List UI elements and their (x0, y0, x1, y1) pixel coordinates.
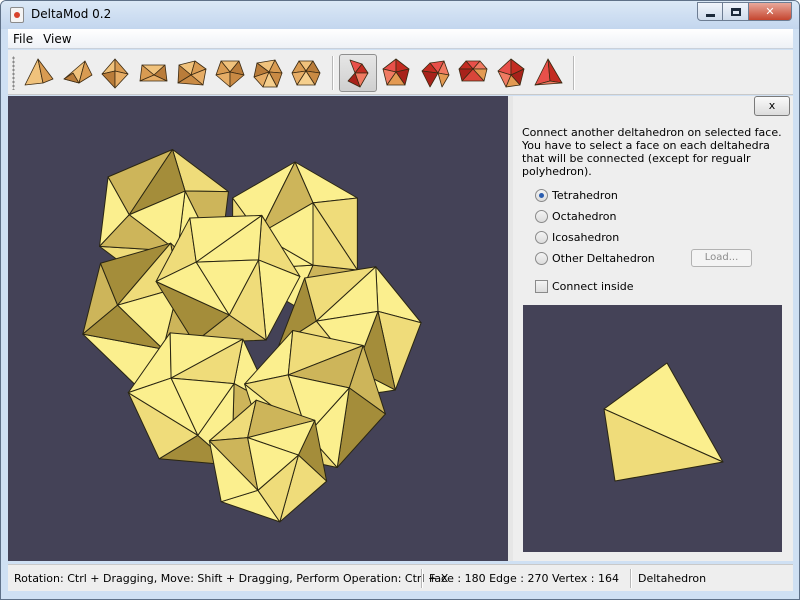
java-app-icon (10, 7, 24, 23)
icosahedron-icon (291, 60, 321, 86)
tool-button-1[interactable] (20, 54, 58, 92)
triangular-bipyramid-icon (63, 60, 93, 84)
tool-button-9[interactable] (339, 54, 377, 92)
octahedron-icon (101, 58, 129, 89)
option-label-octahedron: Octahedron (552, 209, 617, 223)
menu-file[interactable]: File (8, 29, 38, 49)
option-label-icosahedron: Icosahedron (552, 230, 620, 244)
app-window: DeltaMod 0.2 ✕ File View x Connect anoth… (0, 0, 800, 600)
gyroelongated-bipyramid-icon (253, 59, 283, 88)
icon-face (534, 58, 551, 86)
maximize-icon (730, 7, 741, 16)
window-controls: ✕ (697, 2, 792, 21)
status-counts: Face : 180 Edge : 270 Vertex : 164 (429, 571, 619, 585)
truncate-icon (458, 60, 488, 82)
option-icosahedron[interactable]: Icosahedron (535, 229, 619, 245)
toolbar-separator (573, 56, 575, 90)
menu-bar: File View (8, 29, 793, 49)
tool-button-7[interactable] (248, 54, 286, 92)
title-bar[interactable]: DeltaMod 0.2 ✕ (1, 1, 799, 29)
maximize-button[interactable] (723, 2, 748, 21)
tool-button-6[interactable] (210, 54, 248, 92)
3d-viewport[interactable] (8, 96, 508, 561)
radio-icosahedron[interactable] (535, 230, 548, 244)
radio-tetrahedron[interactable] (535, 188, 548, 202)
option-octahedron[interactable]: Octahedron (535, 208, 616, 224)
minimize-button[interactable] (697, 2, 723, 21)
status-bar: Rotation: Ctrl + Dragging, Move: Shift +… (8, 564, 793, 591)
stellate-icon (382, 58, 410, 86)
option-other-deltahedron[interactable]: Other Deltahedron (535, 250, 655, 266)
model-canvas[interactable] (8, 96, 508, 561)
preview-canvas[interactable] (523, 305, 782, 552)
snub-disphenoid-icon (177, 60, 207, 86)
dual-icon (497, 58, 525, 88)
option-label-tetrahedron: Tetrahedron (552, 188, 618, 202)
tool-button-8[interactable] (286, 54, 324, 92)
minimize-icon (705, 13, 715, 17)
preview-viewport[interactable] (523, 305, 782, 552)
connect-inside-row[interactable]: Connect inside (535, 280, 634, 293)
tool-button-11[interactable] (415, 54, 453, 92)
pentagonal-bipyramid-icon (139, 64, 168, 82)
operation-panel: x Connect another deltahedron on selecte… (513, 96, 793, 561)
radio-other-deltahedron[interactable] (535, 251, 548, 265)
window-title: DeltaMod 0.2 (31, 7, 112, 21)
tool-button-4[interactable] (134, 54, 172, 92)
menu-view[interactable]: View (38, 29, 76, 49)
connect-deltahedron-icon (347, 59, 369, 88)
status-shape: Deltahedron (638, 571, 707, 585)
icon-face (437, 72, 450, 88)
operation-description: Connect another deltahedron on selected … (522, 126, 782, 178)
close-panel-button[interactable]: x (754, 96, 790, 116)
icon-face (215, 71, 231, 88)
tool-button-12[interactable] (453, 54, 491, 92)
tool-button-14[interactable] (529, 54, 567, 92)
tool-button-10[interactable] (377, 54, 415, 92)
face-select-icon (534, 58, 563, 86)
option-tetrahedron[interactable]: Tetrahedron (535, 187, 618, 203)
tool-button-2[interactable] (58, 54, 96, 92)
tool-button-5[interactable] (172, 54, 210, 92)
toolbar-separator (332, 56, 334, 90)
icon-face (547, 58, 563, 84)
toolbar-grip[interactable] (12, 56, 15, 90)
status-hint: Rotation: Ctrl + Dragging, Move: Shift +… (14, 571, 449, 585)
connect-inside-checkbox[interactable] (535, 280, 548, 293)
connect-inside-label: Connect inside (552, 280, 634, 293)
tool-button-13[interactable] (491, 54, 529, 92)
load-button[interactable]: Load... (691, 249, 752, 267)
icon-face (229, 71, 245, 88)
close-icon: ✕ (765, 5, 775, 18)
augment-icon (421, 60, 450, 88)
tetrahedron-icon (24, 58, 54, 86)
icon-face (421, 70, 439, 88)
radio-octahedron[interactable] (535, 209, 548, 223)
icon-face (101, 70, 116, 89)
icon-face (114, 70, 129, 89)
toolbar (8, 50, 793, 95)
tool-button-3[interactable] (96, 54, 134, 92)
close-window-button[interactable]: ✕ (748, 2, 792, 21)
triaugmented-prism-icon (215, 60, 245, 88)
option-label-other-deltahedron: Other Deltahedron (552, 251, 655, 265)
